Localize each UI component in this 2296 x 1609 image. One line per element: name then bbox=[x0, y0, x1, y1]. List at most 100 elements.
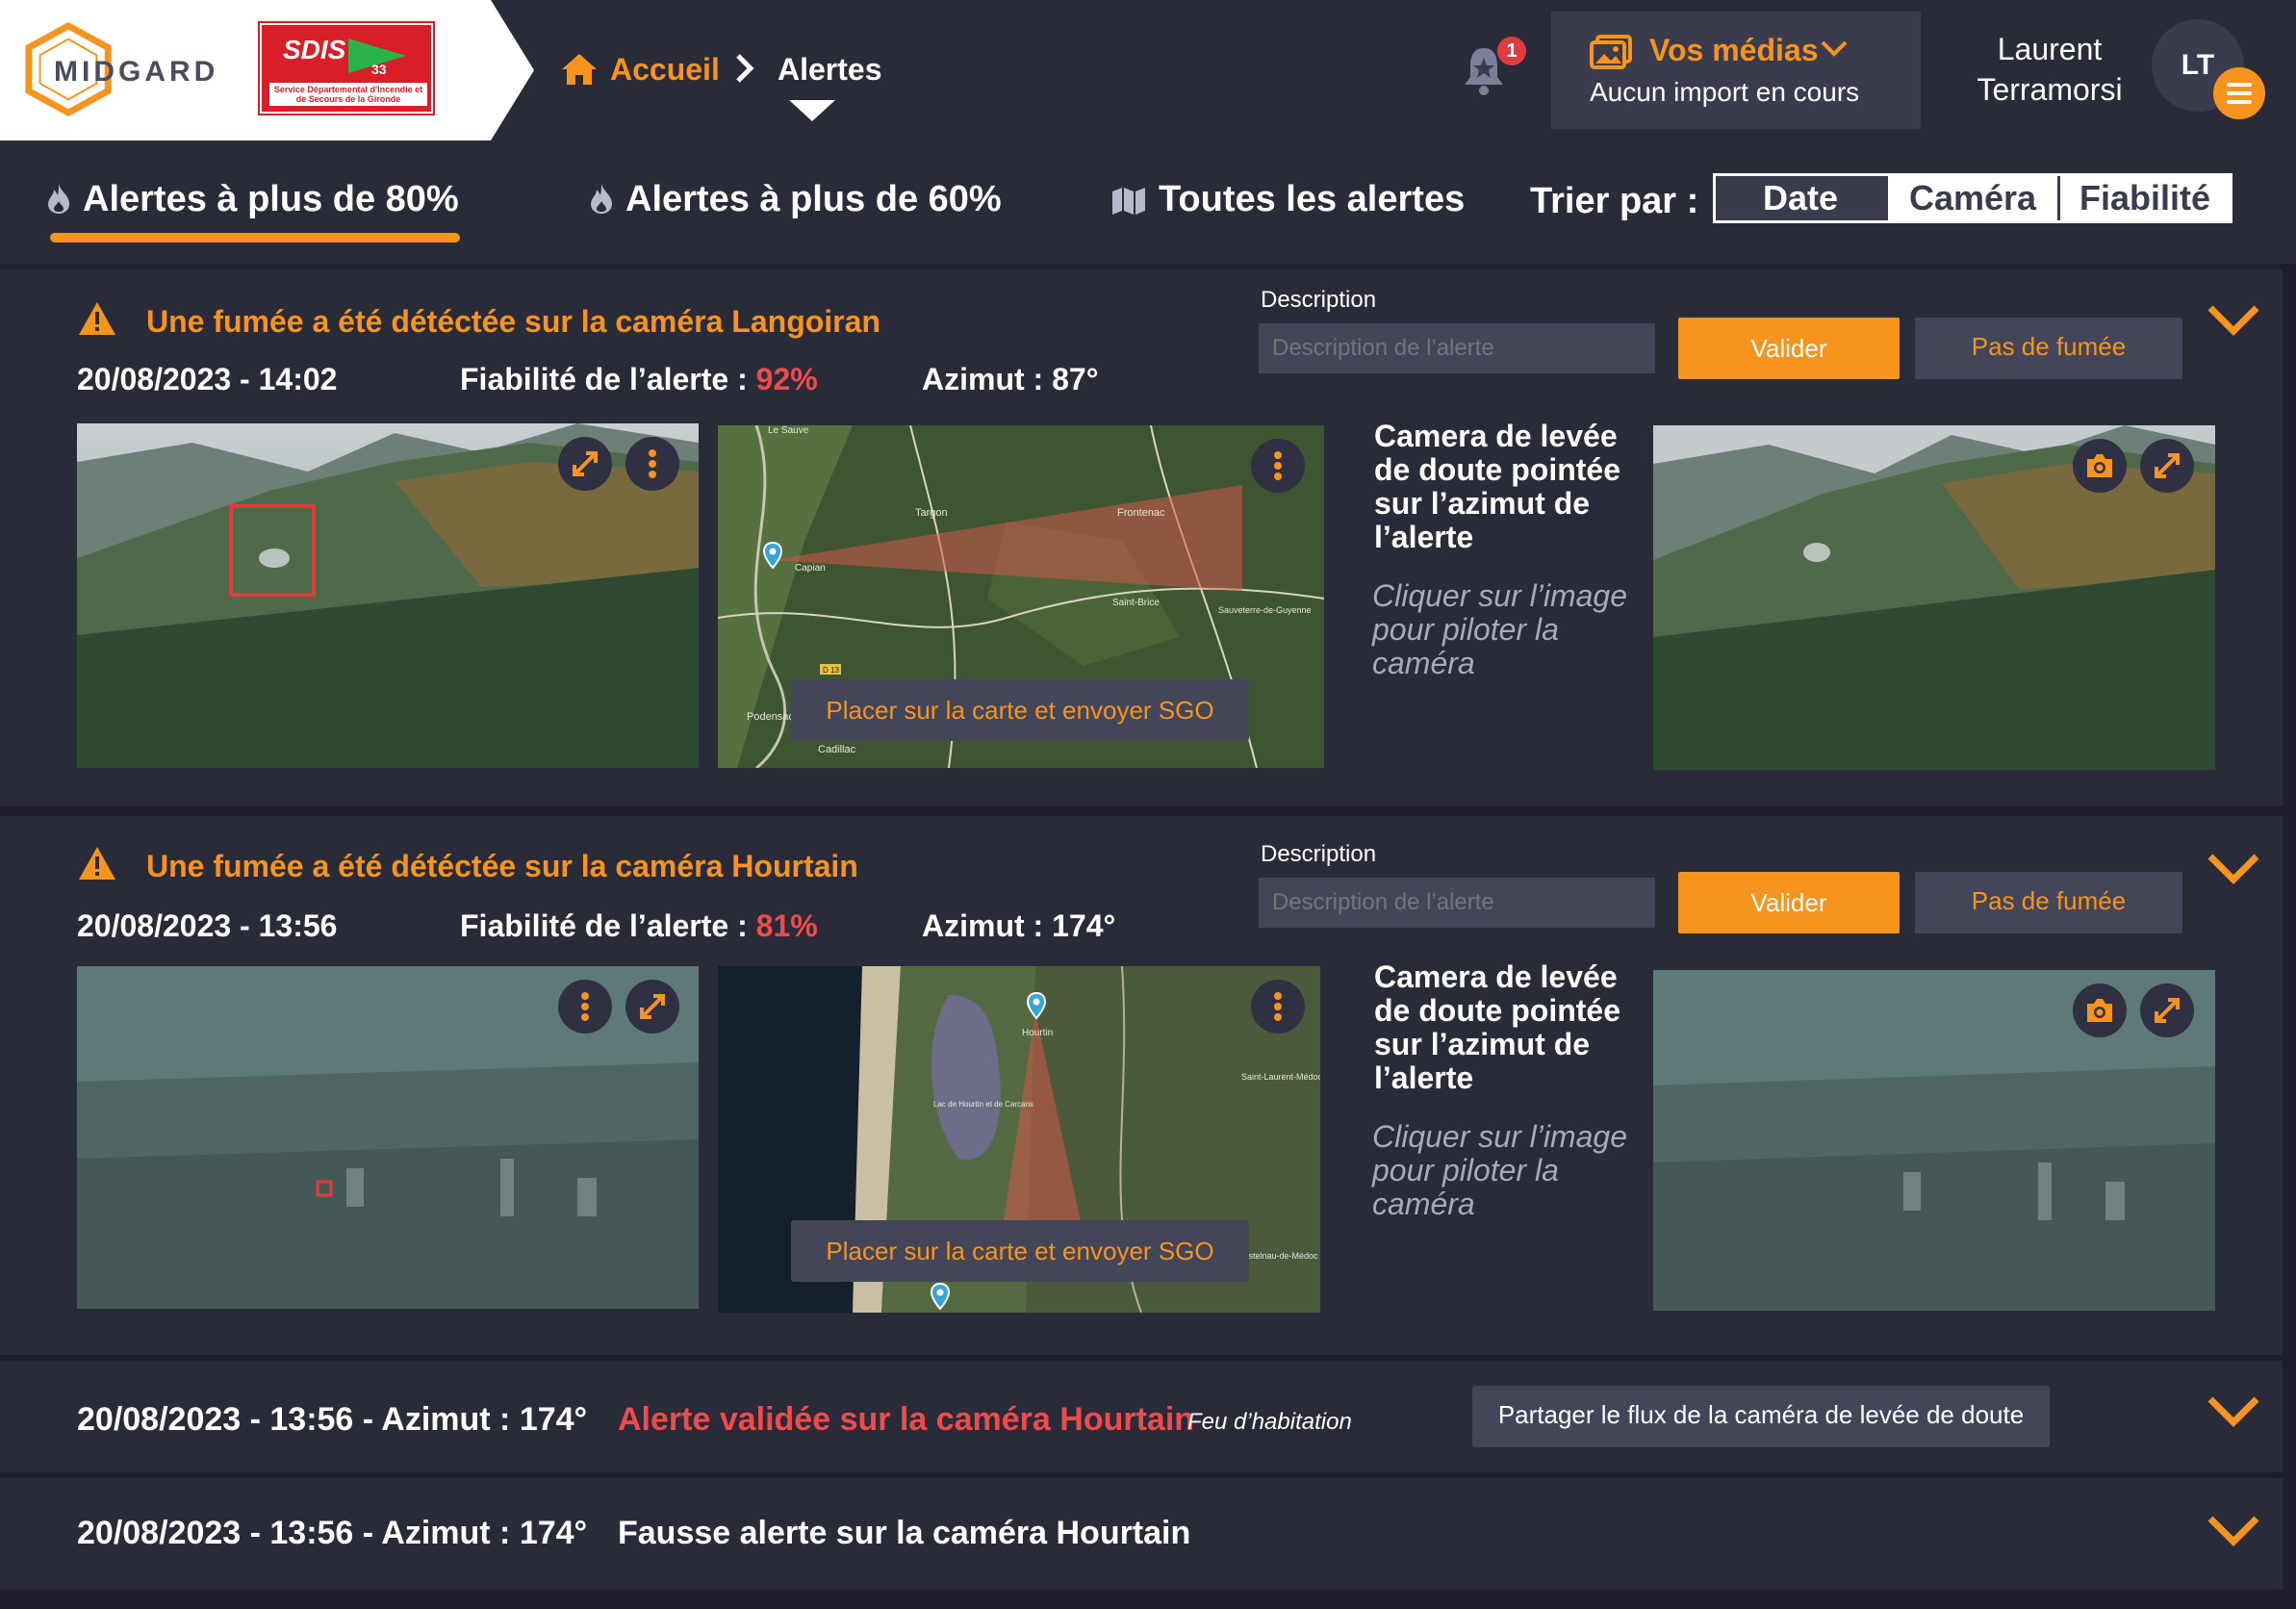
map-label: Capian bbox=[795, 563, 826, 574]
alert-card: Une fumée a été détéctée sur la caméra L… bbox=[0, 269, 2283, 806]
alert-card: Une fumée a été détéctée sur la caméra H… bbox=[0, 816, 2283, 1355]
chevron-down-icon[interactable] bbox=[2206, 1513, 2261, 1547]
chevron-down-icon[interactable] bbox=[2206, 302, 2261, 337]
map-label: Saint-Laurent-Médoc bbox=[1241, 1072, 1320, 1082]
chevron-right-icon bbox=[733, 52, 756, 92]
alert-reliability: Fiabilité de l’alerte : 92% bbox=[460, 362, 818, 397]
media-status: Aucun import en cours bbox=[1590, 77, 1860, 107]
reliability-value: 81% bbox=[755, 908, 818, 943]
warning-icon bbox=[79, 847, 115, 880]
send-sgo-button[interactable]: Placer sur la carte et envoyer SGO bbox=[791, 679, 1249, 741]
history-datetime: 20/08/2023 - 13:56 - Azimut : 174° bbox=[77, 1515, 588, 1551]
alert-azimuth: Azimut : 87° bbox=[922, 362, 1099, 396]
notification-badge: 1 bbox=[1497, 37, 1526, 65]
more-vertical-icon[interactable] bbox=[558, 980, 612, 1034]
home-icon[interactable] bbox=[560, 52, 599, 87]
chevron-down-icon[interactable] bbox=[2206, 851, 2261, 885]
tab-bar: Alertes à plus de 80% Alertes à plus de … bbox=[0, 144, 2296, 264]
alert-reliability: Fiabilité de l’alerte : 81% bbox=[460, 908, 818, 944]
map-label: Cadillac bbox=[818, 744, 856, 755]
user-first-name: Laurent bbox=[1997, 32, 2103, 66]
sort-date-button[interactable]: Date bbox=[1716, 176, 1885, 220]
alert-datetime: 20/08/2023 - 14:02 bbox=[77, 362, 338, 396]
sdis-logo-number: 33 bbox=[371, 62, 387, 77]
description-label: Description bbox=[1261, 287, 1377, 313]
tab-label: Toutes les alertes bbox=[1159, 179, 1466, 219]
alert-title: Une fumée a été détéctée sur la caméra H… bbox=[146, 849, 858, 883]
validate-button[interactable]: Valider bbox=[1678, 318, 1900, 379]
alert-map[interactable]: Hourtin Saint-Laurent-Médoc Lac de Hourt… bbox=[718, 966, 1320, 1313]
more-vertical-icon[interactable] bbox=[1251, 439, 1305, 493]
map-label: Le Sauve bbox=[768, 425, 809, 436]
detection-image[interactable] bbox=[77, 423, 699, 768]
camera-icon[interactable] bbox=[2073, 439, 2127, 493]
media-menu[interactable]: Vos médias Aucun import en cours bbox=[1551, 12, 1921, 129]
more-vertical-icon[interactable] bbox=[1251, 980, 1305, 1034]
tab-label: Alertes à plus de 80% bbox=[83, 179, 459, 219]
map-label: Podensac bbox=[747, 711, 794, 723]
map-pin-icon bbox=[930, 1282, 951, 1311]
map-road-label: D 13 bbox=[823, 666, 839, 675]
camera-title: Camera de levée de doute pointée sur l’a… bbox=[1374, 419, 1620, 554]
map-label: Sauveterre-de-Guyenne bbox=[1218, 605, 1312, 615]
camera-hint: Cliquer sur l’image pour piloter la camé… bbox=[1372, 578, 1627, 680]
media-title: Vos médias bbox=[1649, 33, 1819, 67]
alert-map[interactable]: Le Sauve Targon Frontenac Capian Saint-B… bbox=[718, 425, 1324, 768]
camera-feed[interactable] bbox=[1653, 425, 2215, 770]
history-message: Alerte validée sur la caméra Hourtain bbox=[618, 1401, 1195, 1438]
map-label: Lac de Hourtin et de Carcans bbox=[933, 1100, 1033, 1109]
description-input[interactable] bbox=[1259, 323, 1655, 373]
alert-datetime: 20/08/2023 - 13:56 bbox=[77, 908, 338, 943]
top-header: MIDGARD SDIS 33 Service Départemental d'… bbox=[0, 0, 2296, 144]
menu-icon[interactable] bbox=[2213, 67, 2265, 119]
chevron-down-icon[interactable] bbox=[2206, 1393, 2261, 1428]
midgard-logo-text: MIDGARD bbox=[54, 56, 219, 88]
warning-icon bbox=[79, 302, 115, 335]
no-smoke-button[interactable]: Pas de fumée bbox=[1915, 872, 2182, 933]
tab-alerts-60[interactable]: Alertes à plus de 60% bbox=[589, 179, 1002, 220]
flame-icon bbox=[591, 184, 612, 214]
camera-title: Camera de levée de doute pointée sur l’a… bbox=[1374, 959, 1620, 1095]
tab-label: Alertes à plus de 60% bbox=[625, 179, 1002, 219]
sdis-logo-text: SDIS bbox=[283, 35, 346, 64]
validate-button[interactable]: Valider bbox=[1678, 872, 1900, 933]
sort-reliability-button[interactable]: Fiabilité bbox=[2057, 176, 2230, 220]
detection-image[interactable] bbox=[77, 966, 699, 1309]
sort-camera-button[interactable]: Caméra bbox=[1885, 176, 2057, 220]
history-row[interactable]: 20/08/2023 - 13:56 - Azimut : 174° Fauss… bbox=[0, 1478, 2283, 1590]
history-datetime: 20/08/2023 - 13:56 - Azimut : 174° bbox=[77, 1401, 588, 1438]
tab-all-alerts[interactable]: Toutes les alertes bbox=[1110, 179, 1465, 220]
flame-icon bbox=[48, 184, 69, 214]
media-icon bbox=[1590, 35, 1632, 69]
expand-icon[interactable] bbox=[558, 437, 612, 491]
share-stream-button[interactable]: Partager le flux de la caméra de levée d… bbox=[1472, 1386, 2050, 1447]
camera-hint: Cliquer sur l’image pour piloter la camé… bbox=[1372, 1119, 1627, 1221]
tab-alerts-80[interactable]: Alertes à plus de 80% bbox=[46, 179, 459, 220]
expand-icon[interactable] bbox=[2140, 983, 2194, 1037]
sdis-logo: SDIS 33 Service Départemental d'Incendie… bbox=[258, 21, 435, 115]
sdis-logo-caption: Service Départemental d'Incendie et de S… bbox=[269, 83, 427, 106]
map-icon bbox=[1112, 188, 1145, 215]
breadcrumb-current: Alertes bbox=[778, 52, 882, 87]
history-row[interactable]: 20/08/2023 - 13:56 - Azimut : 174° Alert… bbox=[0, 1361, 2283, 1472]
breadcrumb-home[interactable]: Accueil bbox=[610, 52, 720, 88]
sort-label: Trier par : bbox=[1530, 181, 1699, 221]
user-name[interactable]: Laurent Terramorsi bbox=[1953, 29, 2146, 110]
map-pin-icon bbox=[762, 541, 783, 570]
expand-icon[interactable] bbox=[2140, 439, 2194, 493]
send-sgo-button[interactable]: Placer sur la carte et envoyer SGO bbox=[791, 1220, 1249, 1282]
expand-icon[interactable] bbox=[625, 980, 679, 1034]
reliability-label: Fiabilité de l’alerte : bbox=[460, 362, 748, 396]
camera-feed[interactable] bbox=[1653, 970, 2215, 1311]
map-pin-icon bbox=[1026, 991, 1047, 1020]
map-label: Targon bbox=[915, 507, 948, 519]
more-vertical-icon[interactable] bbox=[625, 437, 679, 491]
description-label: Description bbox=[1261, 841, 1377, 867]
sort-toggle-group: Date Caméra Fiabilité bbox=[1713, 173, 2232, 223]
no-smoke-button[interactable]: Pas de fumée bbox=[1915, 318, 2182, 379]
map-label: Saint-Brice bbox=[1112, 598, 1160, 608]
alert-azimuth: Azimut : 174° bbox=[922, 908, 1116, 943]
camera-icon[interactable] bbox=[2073, 983, 2127, 1037]
camera-photo bbox=[1653, 970, 2215, 1311]
description-input[interactable] bbox=[1259, 878, 1655, 928]
